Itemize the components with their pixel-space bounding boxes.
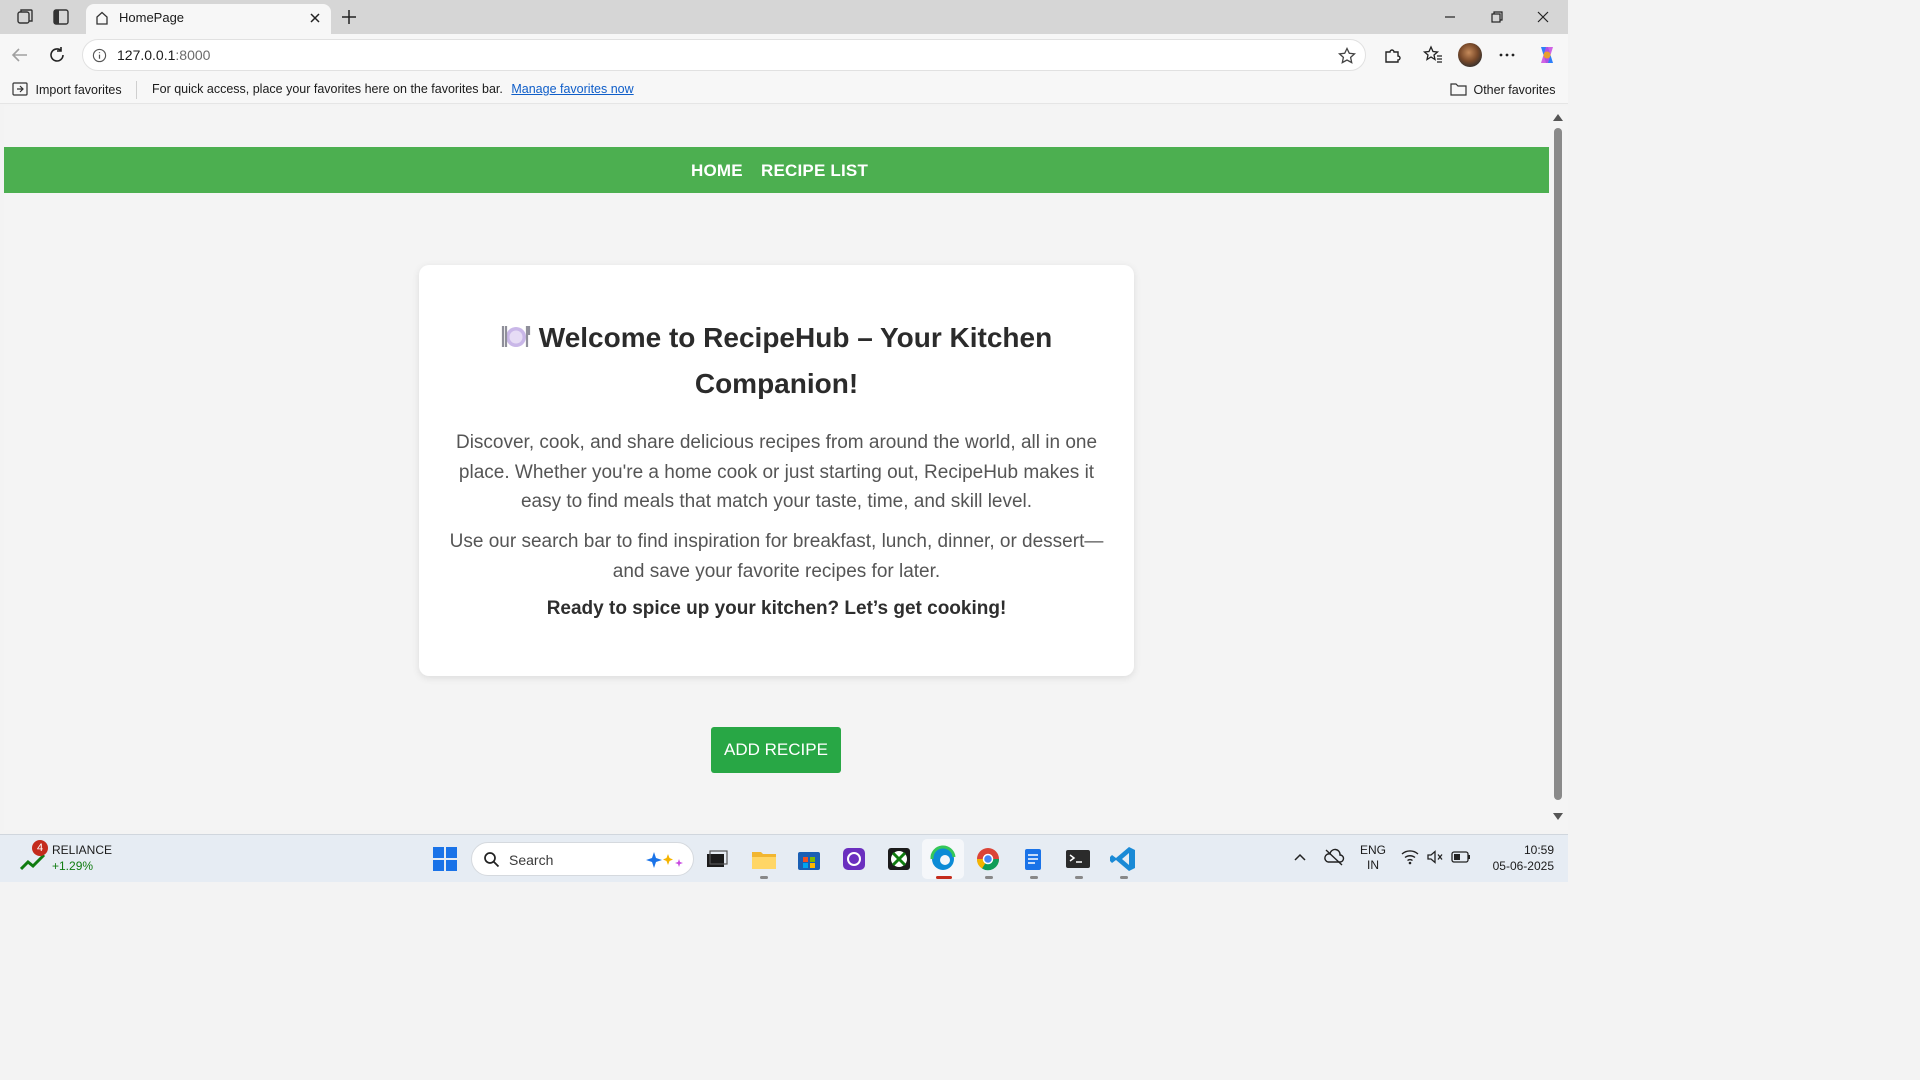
- search-placeholder: Search: [509, 852, 554, 868]
- tab-strip: HomePage: [0, 0, 1568, 34]
- add-recipe-button[interactable]: ADD RECIPE: [711, 727, 841, 773]
- page-scrollbar[interactable]: [1549, 106, 1568, 830]
- sparkle-icon: [646, 852, 683, 868]
- chrome-icon[interactable]: [972, 843, 1004, 875]
- microsoft-store-icon[interactable]: [793, 843, 825, 875]
- scrollbar-thumb[interactable]: [1554, 128, 1562, 800]
- copilot-icon[interactable]: [1535, 43, 1559, 67]
- import-favorites-button[interactable]: Import favorites: [12, 82, 122, 97]
- search-icon: [484, 852, 500, 868]
- xbox-icon[interactable]: [883, 843, 915, 875]
- battery-icon[interactable]: [1451, 850, 1471, 864]
- favorite-star-icon[interactable]: [1337, 46, 1357, 66]
- stock-change: +1.29%: [52, 859, 94, 873]
- tab-homepage[interactable]: HomePage: [86, 4, 331, 34]
- url-text: 127.0.0.1:8000: [117, 47, 211, 63]
- stock-widget[interactable]: 4 RELIANCE +1.29%: [18, 840, 128, 877]
- import-favorites-label: Import favorites: [35, 83, 122, 97]
- other-favorites-button[interactable]: Other favorites: [1450, 82, 1555, 97]
- onedrive-offline-icon[interactable]: [1323, 848, 1345, 866]
- site-info-icon[interactable]: [92, 48, 107, 63]
- close-window-icon[interactable]: [1534, 8, 1552, 26]
- welcome-heading: Welcome to RecipeHub – Your Kitchen Comp…: [459, 315, 1094, 407]
- page-viewport: HOME RECIPE LIST Welcome to RecipeHub – …: [4, 106, 1549, 830]
- windows-taskbar: 4 RELIANCE +1.29% Search ENG IN 10:59 05…: [0, 834, 1568, 882]
- call-to-action-text: Ready to spice up your kitchen? Let’s ge…: [546, 598, 1007, 619]
- folder-icon: [1450, 83, 1467, 96]
- welcome-card: Welcome to RecipeHub – Your Kitchen Comp…: [419, 265, 1134, 676]
- running-indicator: [760, 876, 768, 879]
- manage-favorites-link[interactable]: Manage favorites now: [511, 82, 633, 96]
- workspaces-icon[interactable]: [15, 7, 35, 27]
- vscode-icon[interactable]: [1107, 843, 1139, 875]
- refresh-icon[interactable]: [46, 44, 68, 66]
- favorites-message: For quick access, place your favorites h…: [152, 82, 634, 96]
- restore-icon[interactable]: [1488, 8, 1506, 26]
- running-indicator: [985, 876, 993, 879]
- search-paragraph: Use our search bar to find inspiration f…: [449, 531, 1104, 582]
- tab-title: HomePage: [119, 10, 185, 25]
- clock[interactable]: 10:59 05-06-2025: [1478, 842, 1554, 874]
- volume-muted-icon[interactable]: [1426, 849, 1444, 865]
- new-tab-icon[interactable]: [339, 7, 359, 27]
- profile-avatar[interactable]: [1458, 43, 1482, 67]
- running-indicator: [1030, 876, 1038, 879]
- terminal-icon[interactable]: [1062, 843, 1094, 875]
- active-indicator: [936, 876, 952, 879]
- more-options-icon[interactable]: [1496, 44, 1518, 66]
- nav-recipe-list-link[interactable]: RECIPE LIST: [761, 161, 868, 181]
- close-tab-icon[interactable]: [307, 10, 323, 26]
- extensions-icon[interactable]: [1381, 44, 1403, 66]
- nav-home-link[interactable]: HOME: [691, 161, 743, 181]
- notepad-icon[interactable]: [1017, 843, 1049, 875]
- stock-name: RELIANCE: [52, 843, 113, 857]
- vertical-tabs-icon[interactable]: [51, 7, 71, 27]
- task-view-icon[interactable]: [700, 843, 732, 875]
- language-indicator[interactable]: ENG IN: [1358, 843, 1388, 873]
- plate-cutlery-icon: [501, 326, 530, 347]
- start-icon[interactable]: [429, 843, 461, 875]
- file-explorer-icon[interactable]: [748, 843, 780, 875]
- notification-badge: 4: [32, 840, 48, 856]
- browser-toolbar: 127.0.0.1:8000: [0, 34, 1568, 76]
- address-bar[interactable]: 127.0.0.1:8000: [82, 39, 1366, 71]
- other-favorites-label: Other favorites: [1473, 83, 1556, 97]
- welcome-title-text: Welcome to RecipeHub – Your Kitchen Comp…: [538, 322, 1053, 399]
- wifi-icon[interactable]: [1401, 849, 1419, 865]
- taskbar-search[interactable]: Search: [471, 842, 694, 876]
- region-code: IN: [1367, 858, 1379, 872]
- page-icon: [96, 11, 108, 25]
- language-code: ENG: [1359, 843, 1386, 857]
- app-purple-icon[interactable]: [838, 843, 870, 875]
- favorites-bar: Import favorites For quick access, place…: [0, 76, 1568, 104]
- scroll-up-icon[interactable]: [1552, 112, 1564, 122]
- favorites-hint: For quick access, place your favorites h…: [152, 82, 503, 96]
- favorites-separator: [136, 81, 137, 99]
- import-icon: [12, 82, 28, 96]
- clock-date: 05-06-2025: [1492, 859, 1554, 873]
- show-hidden-icons-icon[interactable]: [1293, 852, 1307, 862]
- favorites-icon[interactable]: [1422, 44, 1444, 66]
- edge-icon[interactable]: [927, 843, 959, 875]
- clock-time: 10:59: [1523, 843, 1554, 857]
- running-indicator: [1120, 876, 1128, 879]
- intro-paragraph: Discover, cook, and share delicious reci…: [455, 432, 1098, 512]
- running-indicator: [1075, 876, 1083, 879]
- site-navbar: HOME RECIPE LIST: [4, 147, 1549, 193]
- scroll-down-icon[interactable]: [1552, 812, 1564, 822]
- back-icon[interactable]: [9, 44, 31, 66]
- minimize-icon[interactable]: [1441, 8, 1459, 26]
